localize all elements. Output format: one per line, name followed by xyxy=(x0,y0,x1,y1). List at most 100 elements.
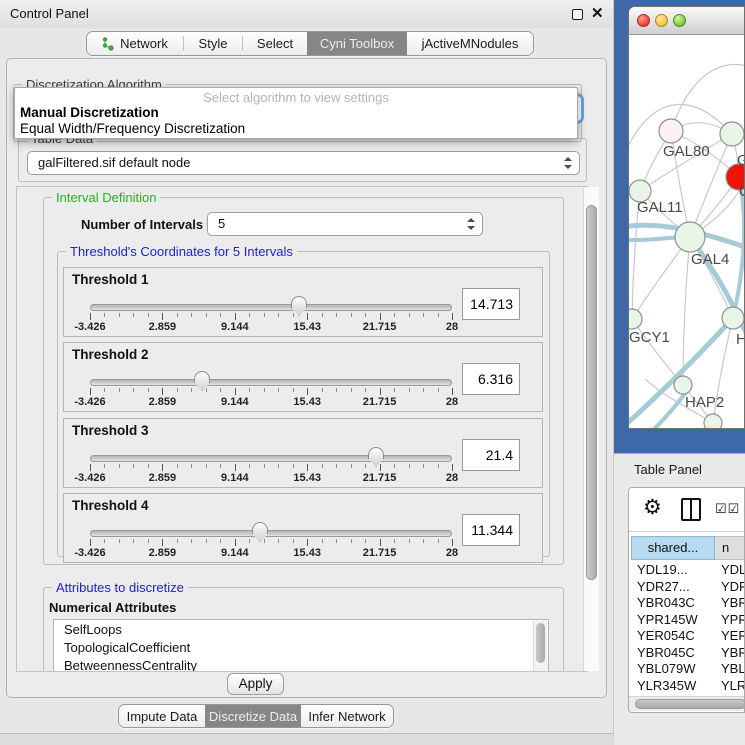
table-row[interactable]: YER054CYER0 xyxy=(629,628,745,645)
close-traffic-light-icon[interactable] xyxy=(637,14,650,27)
settings-vertical-scrollbar[interactable] xyxy=(583,187,599,671)
threshold-panel: Threshold 4-3.4262.8599.14415.4321.71528… xyxy=(63,493,543,563)
threshold-value-field[interactable]: 14.713 xyxy=(462,288,520,320)
tab-discretize-data[interactable]: Discretize Data xyxy=(205,705,301,727)
table-data-combobox[interactable]: galFiltered.sif default node xyxy=(27,151,580,175)
combo-arrows-icon xyxy=(467,218,475,230)
close-icon[interactable]: ✕ xyxy=(591,4,604,22)
node-label-hap2: HAP2 xyxy=(685,394,724,411)
attribute-list-item[interactable]: TopologicalCoefficient xyxy=(54,638,548,656)
control-panel-window: Control Panel ✕ Network Style xyxy=(0,0,614,734)
threshold-panel: Threshold 2 -3.4262.8599.14415.4321.71528… xyxy=(63,342,543,412)
threshold-slider-track[interactable] xyxy=(90,304,452,311)
slider-tick-labels: -3.4262.8599.14415.4321.71528 xyxy=(90,396,454,409)
table-panel-title: Table Panel xyxy=(634,462,702,477)
attributes-scrollbar[interactable] xyxy=(533,621,547,672)
numerical-attributes-label: Numerical Attributes xyxy=(49,600,176,615)
node-hap2 xyxy=(674,376,692,394)
node-gal4 xyxy=(675,222,705,252)
window-title: Control Panel xyxy=(10,6,89,21)
table-row[interactable]: YDL19...YDL1 xyxy=(629,562,745,579)
minimize-traffic-light-icon[interactable] xyxy=(655,14,668,27)
node-bottom xyxy=(704,414,722,429)
network-graph xyxy=(629,35,745,429)
numerical-attributes-list[interactable]: SelfLoopsTopologicalCoefficientBetweenne… xyxy=(53,619,549,672)
network-window-titlebar xyxy=(629,7,744,35)
network-desktop: GAL80 G C GAL11 GAL4 GCY1 H HAP2 xyxy=(614,0,745,453)
table-row[interactable]: YBR043CYBR0 xyxy=(629,595,745,612)
cell-shared-name: YLR345W xyxy=(637,678,696,693)
select-columns-icon[interactable]: ☑☑ xyxy=(715,501,740,517)
threshold-slider-track[interactable] xyxy=(90,379,452,386)
node-label-gal4: GAL4 xyxy=(691,251,729,268)
cell-shared-name: YPR145W xyxy=(637,612,698,627)
node-gcy1 xyxy=(629,309,642,329)
node-h xyxy=(722,307,744,329)
cell-shared-name: YBL079W xyxy=(637,661,696,676)
algorithm-option-manual[interactable]: Manual Discretization xyxy=(20,105,159,120)
table-row[interactable]: YBL079W YBL0 xyxy=(629,661,745,678)
table-horizontal-scrollbar[interactable] xyxy=(629,696,745,711)
algorithm-placeholder-option[interactable]: Select algorithm to view settings xyxy=(15,90,577,105)
tab-impute-data[interactable]: Impute Data xyxy=(119,705,205,727)
settings-scroll-viewport: Interval Definition Number of Intervals … xyxy=(16,186,588,672)
number-of-intervals-combobox[interactable]: 5 xyxy=(207,212,483,236)
zoom-traffic-light-icon[interactable] xyxy=(673,14,686,27)
threshold-slider-track[interactable] xyxy=(90,530,452,537)
interval-definition-title: Interval Definition xyxy=(52,190,160,205)
gear-icon[interactable]: ⚙ xyxy=(643,495,662,520)
cell-shared-name: YDL19... xyxy=(637,562,688,577)
threshold-label: Threshold 2 xyxy=(72,347,149,362)
node-green-top xyxy=(720,122,744,146)
right-pane: GAL80 G C GAL11 GAL4 GCY1 H HAP2 Table P… xyxy=(614,0,745,745)
column-header-shared-name[interactable]: shared... xyxy=(631,536,715,560)
thresholds-group-title: Threshold's Coordinates for 5 Intervals xyxy=(66,244,297,259)
table-row[interactable]: YPR145WYPR1 xyxy=(629,612,745,629)
table-row[interactable]: YDR27...YDR2 xyxy=(629,579,745,596)
cell-name: YER0 xyxy=(721,628,745,643)
threshold-value-field[interactable]: 21.4 xyxy=(462,439,520,471)
float-window-icon[interactable] xyxy=(572,9,583,20)
table-hscrollbar-thumb[interactable] xyxy=(635,699,745,709)
network-canvas[interactable]: GAL80 G C GAL11 GAL4 GCY1 H HAP2 xyxy=(629,35,745,429)
table-rows: YDL19...YDL1YDR27...YDR2YBR043CYBR0YPR14… xyxy=(629,562,745,696)
slider-ticks xyxy=(90,539,454,547)
table-toolbar: ⚙ ☑☑ xyxy=(629,488,744,532)
table-data-value: galFiltered.sif default node xyxy=(38,155,190,170)
node-label-partial-top: G xyxy=(737,152,745,169)
threshold-value-field[interactable]: 11.344 xyxy=(462,514,520,546)
screen: Control Panel ✕ Network Style xyxy=(0,0,745,745)
network-icon xyxy=(102,36,115,51)
threshold-label: Threshold 4 xyxy=(72,498,149,513)
attributes-group-title: Attributes to discretize xyxy=(52,580,188,595)
tab-jactivemnodules[interactable]: jActiveMNodules xyxy=(407,32,533,55)
tab-cyni-toolbox[interactable]: Cyni Toolbox xyxy=(307,32,407,55)
apply-button[interactable]: Apply xyxy=(227,673,284,695)
threshold-value-field[interactable]: 6.316 xyxy=(462,363,520,395)
cell-name: YBL0 xyxy=(721,661,745,676)
control-panel-titlebar: Control Panel ✕ xyxy=(0,0,613,28)
attribute-list-item[interactable]: BetweennessCentrality xyxy=(54,656,548,672)
split-columns-icon[interactable] xyxy=(681,498,701,521)
attribute-items: SelfLoopsTopologicalCoefficientBetweenne… xyxy=(54,620,548,672)
column-header-name[interactable]: n xyxy=(715,536,745,560)
attributes-scrollbar-thumb[interactable] xyxy=(536,623,545,663)
cell-shared-name: YDR27... xyxy=(637,579,690,594)
node-label-gcy1: GCY1 xyxy=(629,329,670,346)
tab-style[interactable]: Style xyxy=(184,32,242,55)
table-row[interactable]: YBR045CYBR0 xyxy=(629,645,745,662)
tab-network[interactable]: Network xyxy=(87,32,183,55)
tab-select[interactable]: Select xyxy=(243,32,307,55)
combo-arrows-icon xyxy=(564,157,572,169)
tab-infer-network[interactable]: Infer Network xyxy=(301,705,393,727)
settings-scrollbar-thumb[interactable] xyxy=(586,205,597,580)
cell-shared-name: YBR043C xyxy=(637,595,695,610)
attribute-list-item[interactable]: SelfLoops xyxy=(54,620,548,638)
threshold-label: Threshold 3 xyxy=(72,423,149,438)
number-of-intervals-label: Number of Intervals xyxy=(81,217,203,232)
table-row[interactable]: YLR345WYLR3 xyxy=(629,678,745,695)
table-panel-header: Table Panel xyxy=(614,453,745,487)
algorithm-option-equal-width[interactable]: Equal Width/Frequency Discretization xyxy=(20,121,245,136)
slider-tick-labels: -3.4262.8599.14415.4321.71528 xyxy=(90,472,454,485)
threshold-slider-track[interactable] xyxy=(90,455,452,462)
